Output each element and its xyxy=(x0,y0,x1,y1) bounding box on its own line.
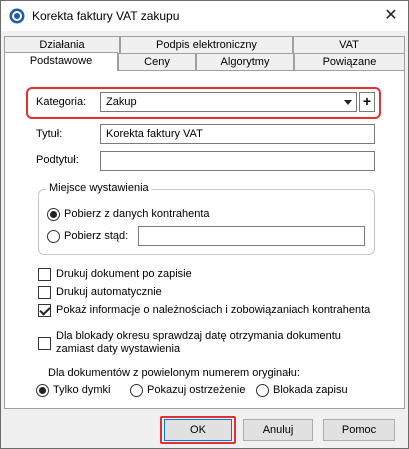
radio-blokada-zapisu-label: Blokada zapisu xyxy=(273,384,348,396)
checkbox-drukuj-po-zapisie-label: Drukuj dokument po zapisie xyxy=(56,268,192,280)
tab-powiazane[interactable]: Powiązane xyxy=(294,53,405,70)
radio-pobierz-z-danych[interactable] xyxy=(47,208,60,221)
radio-blokada-zapisu[interactable] xyxy=(256,384,269,397)
tytul-label: Tytuł: xyxy=(36,128,63,140)
add-kategoria-button[interactable]: + xyxy=(359,92,375,112)
title-bar: Korekta faktury VAT zakupu ✕ xyxy=(1,1,408,31)
checkbox-blokada-line2: zamiast daty wystawienia xyxy=(56,343,181,355)
powielony-label: Dla dokumentów z powielonym numerem oryg… xyxy=(48,367,300,379)
radio-tylko-dymki-label: Tylko dymki xyxy=(53,384,111,396)
radio-pokazuj-ostrzezenie[interactable] xyxy=(130,384,143,397)
tab-dzialania[interactable]: Działania xyxy=(4,36,120,53)
checkbox-blokada-okresu[interactable] xyxy=(38,337,51,350)
tab-podpis-elektroniczny[interactable]: Podpis elektroniczny xyxy=(120,36,293,53)
pobierz-stad-input[interactable] xyxy=(138,226,365,246)
checkbox-drukuj-po-zapisie[interactable] xyxy=(38,268,51,281)
tytul-input[interactable]: Korekta faktury VAT xyxy=(100,124,375,144)
checkbox-drukuj-automatycznie-label: Drukuj automatycznie xyxy=(56,286,162,298)
cancel-button[interactable]: Anuluj xyxy=(243,419,313,441)
window-title: Korekta faktury VAT zakupu xyxy=(32,9,180,23)
tab-algorytmy[interactable]: Algorytmy xyxy=(196,53,294,70)
ok-button[interactable]: OK xyxy=(164,419,232,441)
kategoria-select[interactable]: Zakup xyxy=(100,92,357,112)
radio-pokazuj-ostrzezenie-label: Pokazuj ostrzeżenie xyxy=(147,384,246,396)
chevron-down-icon xyxy=(344,100,352,105)
tab-ceny[interactable]: Ceny xyxy=(118,53,196,70)
podtytul-input[interactable] xyxy=(100,151,375,171)
help-button[interactable]: Pomoc xyxy=(323,419,395,441)
miejsce-wystawienia-title: Miejsce wystawienia xyxy=(46,182,152,194)
kategoria-label: Kategoria: xyxy=(36,96,87,108)
radio-pobierz-z-danych-label: Pobierz z danych kontrahenta xyxy=(64,208,210,220)
podtytul-label: Podtytuł: xyxy=(36,154,79,166)
tab-podstawowe[interactable]: Podstawowe xyxy=(4,52,118,71)
tab-vat[interactable]: VAT xyxy=(293,36,405,53)
radio-pobierz-stad[interactable] xyxy=(47,230,60,243)
checkbox-pokaz-informacje-label: Pokaż informacje o należnościach i zobow… xyxy=(56,304,371,316)
tab-panel-podstawowe: Kategoria: Zakup + Tytuł: Korekta faktur… xyxy=(4,70,405,409)
close-icon[interactable]: ✕ xyxy=(382,7,400,25)
checkbox-pokaz-informacje[interactable] xyxy=(38,304,51,317)
radio-pobierz-stad-label: Pobierz stąd: xyxy=(64,230,129,242)
checkbox-blokada-line1: Dla blokady okresu sprawdzaj datę otrzym… xyxy=(56,330,341,342)
checkbox-drukuj-automatycznie[interactable] xyxy=(38,286,51,299)
app-logo-icon xyxy=(9,8,25,24)
radio-tylko-dymki[interactable] xyxy=(36,384,49,397)
dialog-window: Korekta faktury VAT zakupu ✕ Działania P… xyxy=(0,0,409,449)
